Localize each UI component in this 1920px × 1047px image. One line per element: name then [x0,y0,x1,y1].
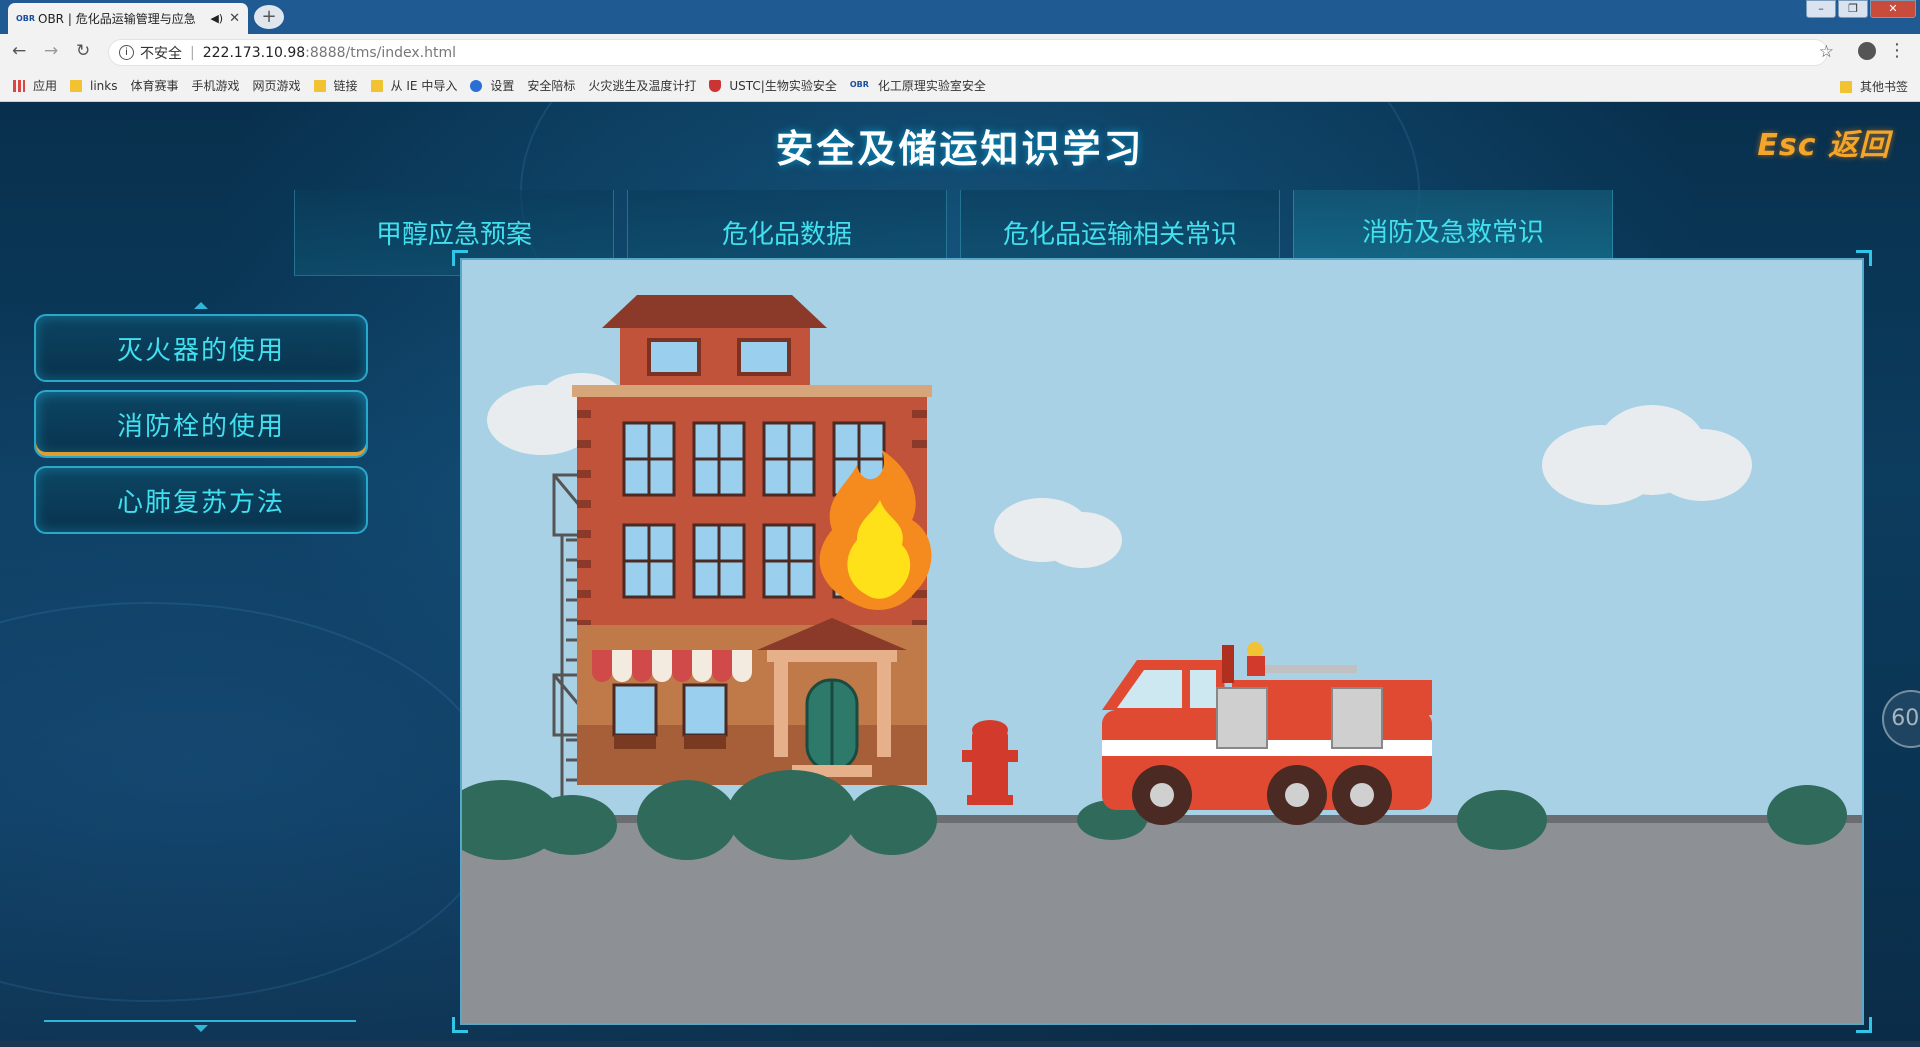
window-controls: – ❐ ✕ [1804,0,1916,18]
bookmark-item[interactable]: 网页游戏 [0,77,301,184]
bookmark-item[interactable]: OBR 化工原理实验室安全 [850,77,986,94]
tab-title: OBR | 危化品运输管理与应急 [38,12,196,26]
bookmarks-bar: 应用 links 体育赛事 手机游戏 网页游戏 链接 从 IE 中导入 设置 安… [0,70,1920,184]
minimize-button[interactable]: – [1806,0,1836,18]
other-bookmarks-label: 其他书签 [1859,80,1908,94]
other-bookmarks[interactable]: 其他书签 [1839,78,1908,95]
scroll-up-icon[interactable] [194,302,208,309]
page-title: 安全及储运知识学习 [775,127,1145,171]
sidebar-item-extinguisher[interactable]: 灭火器的使用 [34,314,368,382]
bookmark-item[interactable]: 体育赛事 [0,77,179,184]
bookmark-item[interactable]: 从 IE 中导入 [370,77,458,94]
sidebar-bottom-line [44,1020,356,1022]
profile-avatar-icon[interactable] [1858,42,1876,60]
bookmark-star-icon[interactable]: ☆ [1819,42,1834,62]
esc-back-button[interactable]: Esc 返回 [1757,120,1890,164]
app-page: 安全及储运知识学习 Esc 返回 甲醇应急预案 危化品数据 危化品运输相关常识 … [0,102,1920,1047]
bookmark-label: links [90,78,118,93]
tab-close-icon[interactable]: ✕ [229,11,240,26]
menu-dots-icon[interactable]: ⋮ [1888,40,1906,61]
fire-scene-illustration[interactable] [460,258,1864,1025]
url-host: 222.173.10.98 [202,44,306,61]
bookmark-label: 设置 [490,79,515,93]
shield-icon [709,79,722,92]
bookmark-item[interactable]: 链接 [313,77,358,94]
audio-icon[interactable]: ◀) [210,12,223,25]
bookmark-item[interactable]: links [70,78,118,93]
bookmark-item[interactable]: 应用 [13,77,57,94]
folder-icon [313,79,326,92]
bookmark-item[interactable]: USTC|生物实验安全 [709,77,837,94]
fire-truck-icon [1102,642,1432,825]
url-input[interactable]: i 不安全 | 222.173.10.98 :8888/tms/index.ht… [108,39,1828,66]
bookmark-item[interactable]: 设置 [470,77,514,94]
bookmark-label: 链接 [333,79,358,93]
sidebar-item-cpr[interactable]: 心肺复苏方法 [34,466,368,534]
restore-button[interactable]: ❐ [1838,0,1868,18]
content-stage [452,250,1872,1033]
url-path: :8888/tms/index.html [305,44,456,61]
new-tab-button[interactable]: + [254,5,284,29]
folder-icon [1839,80,1852,93]
bookmark-item[interactable]: 火灾逃生及温度计打 [0,77,697,184]
bookmark-label: 化工原理实验室安全 [877,79,986,93]
bookmark-label: USTC|生物实验安全 [729,79,837,93]
folder-icon [70,79,83,92]
obr-favicon-icon: OBR [16,14,36,23]
sidebar: 灭火器的使用 消防栓的使用 心肺复苏方法 [34,302,368,1032]
bookmark-label: 手机游戏 [191,79,240,93]
info-icon[interactable]: i [119,45,134,60]
address-bar: ← → ↻ i 不安全 | 222.173.10.98 :8888/tms/in… [0,34,1920,70]
bookmark-label: 从 IE 中导入 [390,79,458,93]
sidebar-item-hydrant[interactable]: 消防栓的使用 [34,390,368,458]
taskbar [0,1041,1920,1047]
zoom-value: 60 [1891,706,1920,731]
scroll-down-icon[interactable] [194,1025,208,1032]
close-window-button[interactable]: ✕ [1870,0,1916,18]
reload-icon[interactable]: ↻ [76,41,90,61]
bookmark-label: 应用 [33,79,58,93]
bookmark-label: 网页游戏 [252,79,301,93]
gear-icon [470,79,483,92]
browser-tab[interactable]: OBR OBR | 危化品运输管理与应急 ◀) ✕ [8,3,248,34]
bookmark-item[interactable]: 手机游戏 [0,77,240,184]
security-label: 不安全 [140,45,182,62]
bookmark-label: 火灾逃生及温度计打 [588,79,697,93]
url-separator: | [190,44,195,61]
fire-hydrant-icon [962,720,1018,805]
apps-icon [13,79,25,92]
forward-arrow-icon[interactable]: → [44,41,58,61]
folder-icon [370,79,383,92]
obr-icon: OBR [849,79,869,89]
bookmark-item[interactable]: 安全陪标 [0,77,576,184]
browser-titlebar: OBR OBR | 危化品运输管理与应急 ◀) ✕ + – ❐ ✕ [0,0,1920,34]
bookmark-label: 安全陪标 [527,79,576,93]
bookmark-label: 体育赛事 [130,79,179,93]
back-arrow-icon[interactable]: ← [12,41,26,61]
